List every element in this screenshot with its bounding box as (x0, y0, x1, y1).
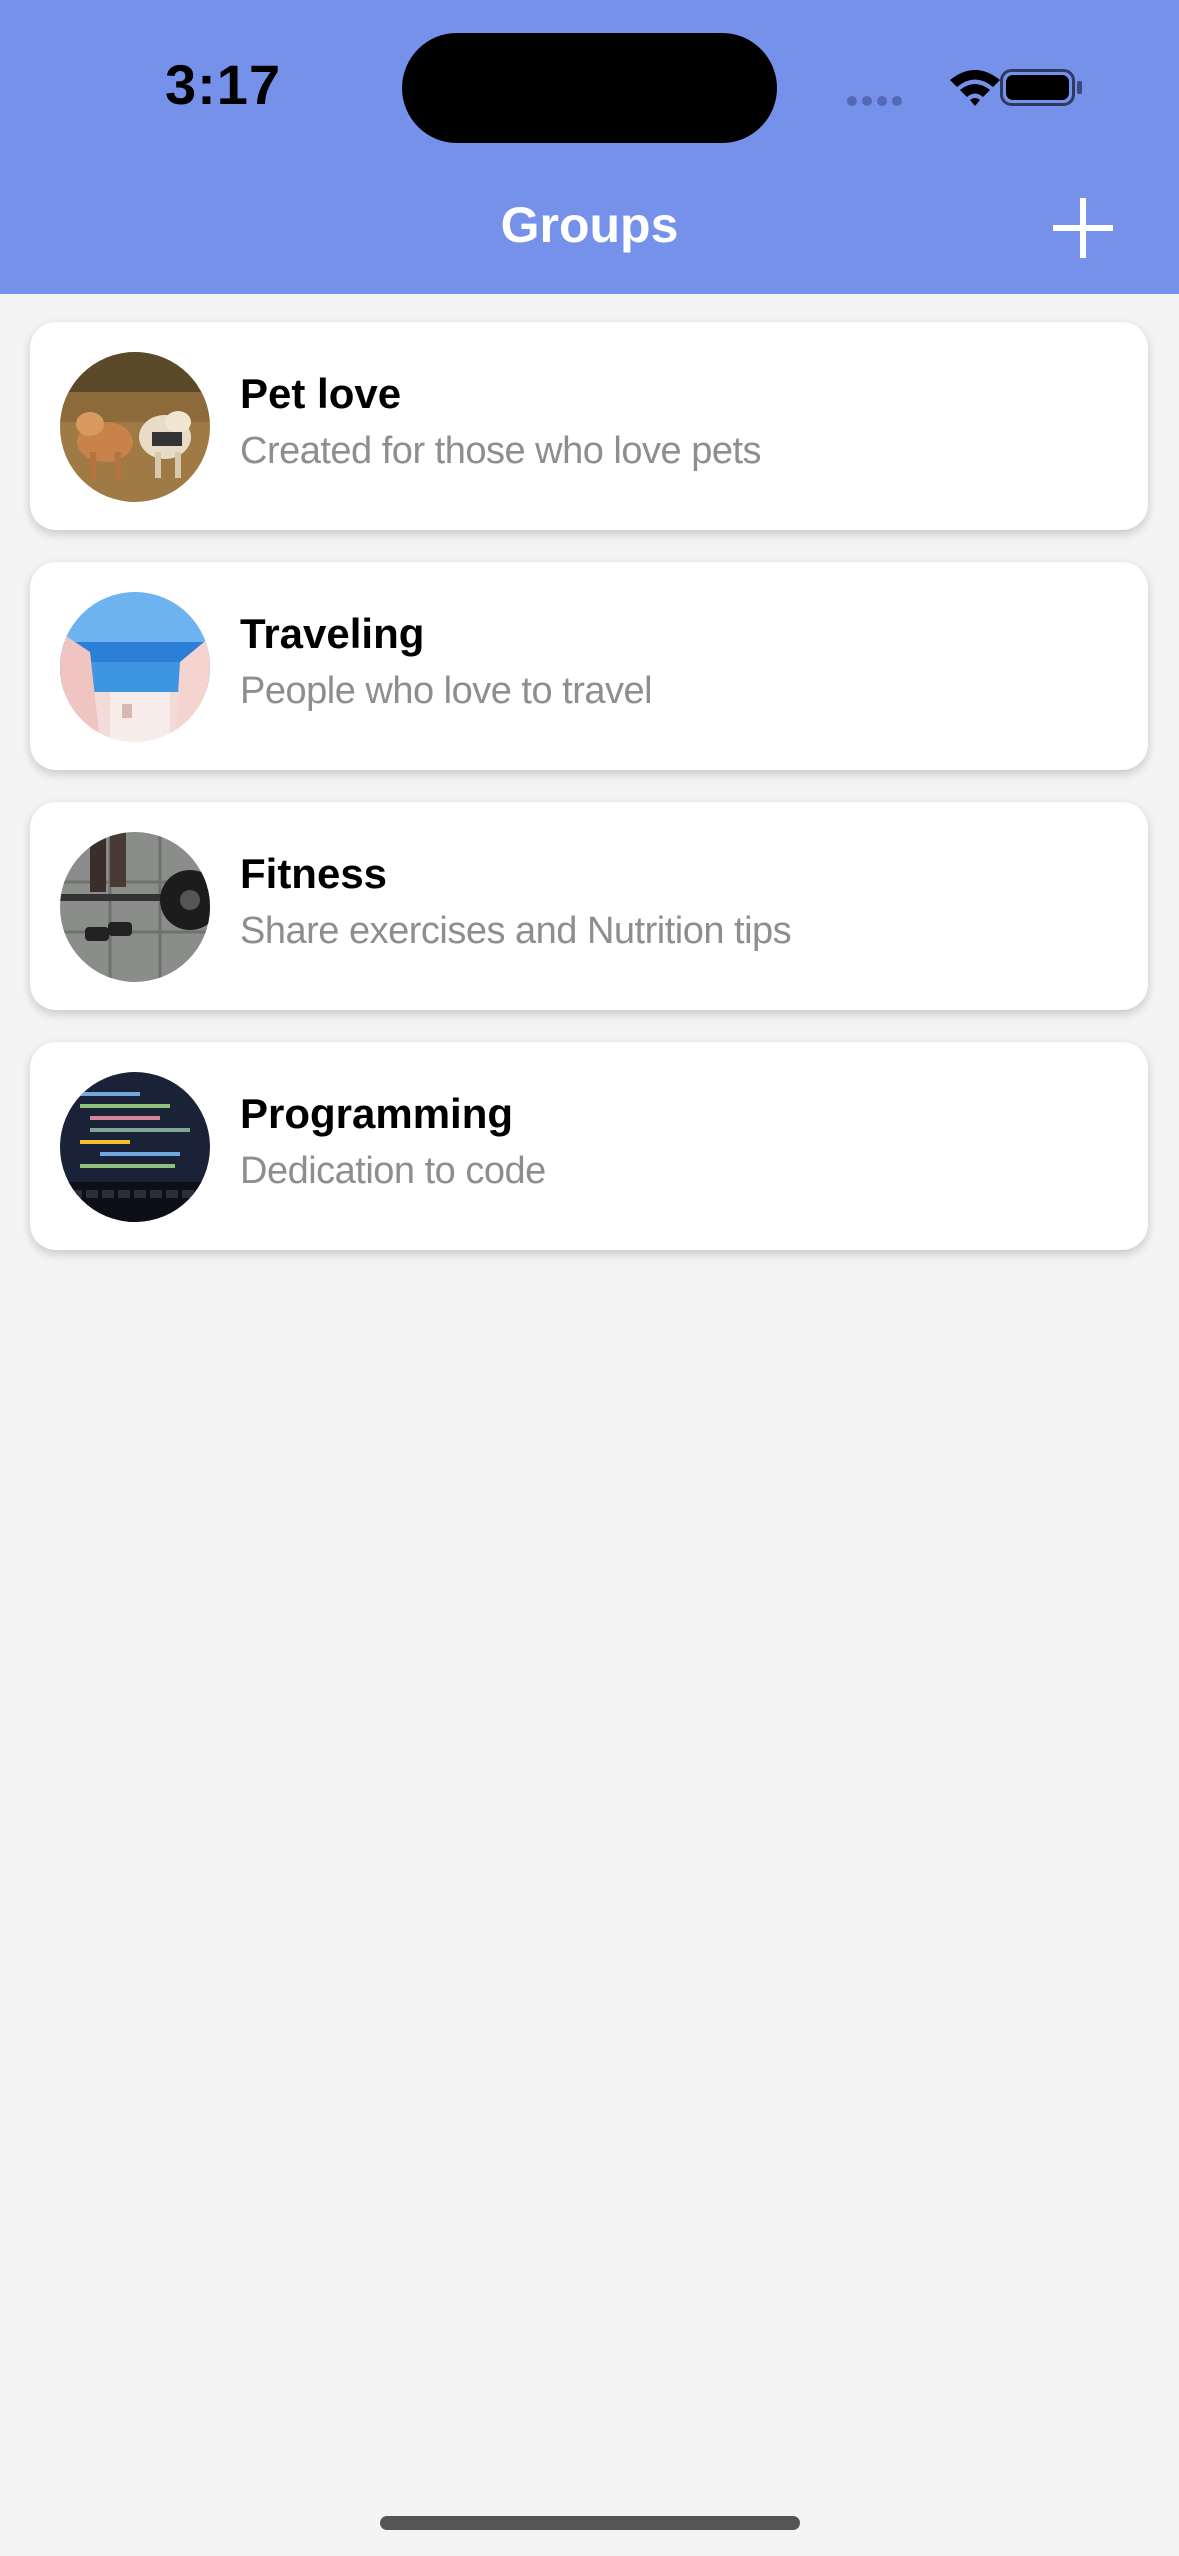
group-card-traveling[interactable]: Traveling People who love to travel (30, 562, 1148, 770)
group-description: Share exercises and Nutrition tips (240, 910, 792, 952)
group-description: Dedication to code (240, 1150, 546, 1192)
group-description: People who love to travel (240, 670, 653, 712)
status-icons (844, 62, 1084, 112)
home-indicator[interactable] (380, 2516, 800, 2530)
group-name: Programming (240, 1090, 514, 1137)
group-card-pet-love[interactable]: Pet love Created for those who love pets (30, 322, 1148, 530)
add-group-button[interactable] (1050, 195, 1116, 261)
wifi-icon (950, 70, 1000, 106)
group-name: Traveling (240, 610, 425, 657)
plus-icon (1053, 198, 1113, 258)
navigation-header: 3:17 Groups (0, 0, 1179, 294)
group-name: Fitness (240, 850, 388, 897)
signal-dots-icon (847, 96, 902, 106)
battery-icon (1000, 69, 1082, 106)
group-avatar-traveling (60, 592, 210, 742)
status-time: 3:17 (165, 53, 282, 116)
group-card-fitness[interactable]: Fitness Share exercises and Nutrition ti… (30, 802, 1148, 1010)
group-description: Created for those who love pets (240, 430, 762, 472)
group-name: Pet love (240, 370, 402, 417)
group-avatar-fitness (60, 832, 210, 982)
group-avatar-pet-love (60, 352, 210, 502)
group-avatar-programming (60, 1072, 210, 1222)
page-title: Groups (500, 197, 679, 253)
dynamic-island (402, 33, 777, 143)
group-card-programming[interactable]: Programming Dedication to code (30, 1042, 1148, 1250)
